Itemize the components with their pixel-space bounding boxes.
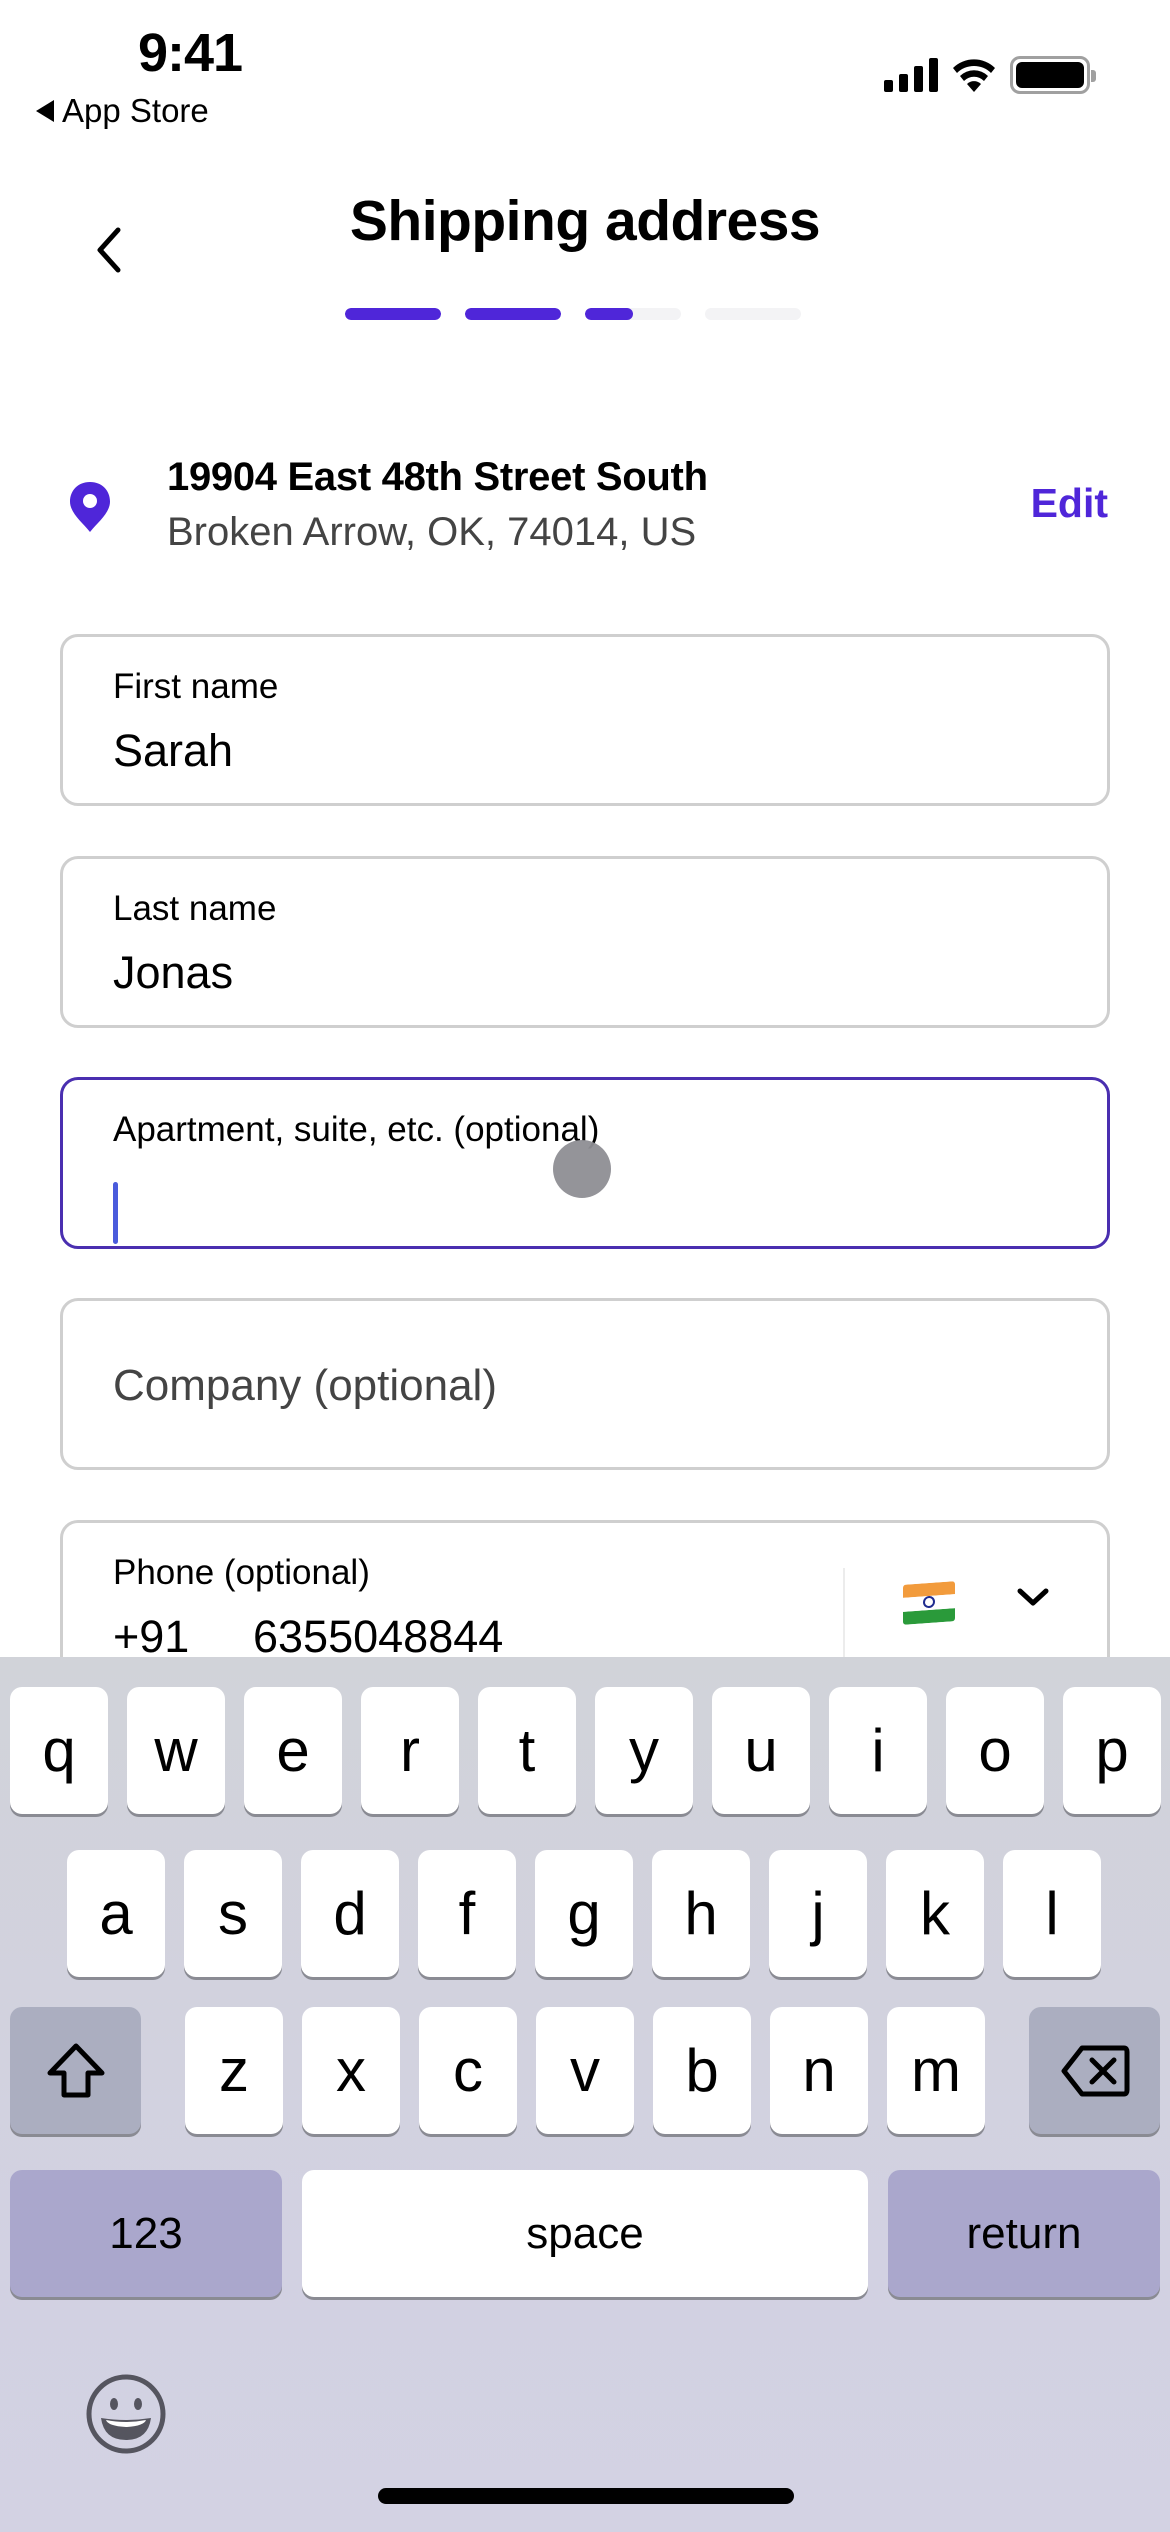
text-caret	[113, 1182, 118, 1244]
delete-key[interactable]	[1029, 2007, 1160, 2134]
key-b[interactable]: b	[653, 2007, 751, 2134]
key-c[interactable]: c	[419, 2007, 517, 2134]
shift-key[interactable]	[10, 2007, 141, 2134]
company-field[interactable]: Company (optional)	[60, 1298, 1110, 1470]
step-fill	[465, 308, 561, 320]
first-name-label: First name	[113, 667, 279, 706]
space-key[interactable]: space	[302, 2170, 868, 2297]
location-pin-icon	[70, 482, 110, 532]
key-v[interactable]: v	[536, 2007, 634, 2134]
key-r[interactable]: r	[361, 1687, 459, 1814]
key-n[interactable]: n	[770, 2007, 868, 2134]
key-e[interactable]: e	[244, 1687, 342, 1814]
wifi-icon	[953, 59, 995, 92]
company-placeholder: Company (optional)	[113, 1361, 497, 1410]
first-name-value: Sarah	[113, 725, 234, 776]
key-a[interactable]: a	[67, 1850, 165, 1977]
key-t[interactable]: t	[478, 1687, 576, 1814]
edit-address-button[interactable]: Edit	[1031, 480, 1108, 527]
back-to-app-store[interactable]: App Store	[36, 92, 209, 130]
key-m[interactable]: m	[887, 2007, 985, 2134]
emoji-icon[interactable]	[84, 2372, 168, 2456]
keyboard: 123 space return qwertyuiop asdfghjkl zxcv…	[0, 1657, 1170, 2532]
numbers-key[interactable]: 123	[10, 2170, 282, 2297]
status-icons	[884, 56, 1096, 94]
phone-number-value: 6355048844	[253, 1611, 504, 1662]
step-segment-1	[345, 308, 441, 320]
key-s[interactable]: s	[184, 1850, 282, 1977]
battery-icon	[1010, 56, 1096, 94]
shift-icon	[47, 2043, 104, 2097]
phone-divider	[843, 1568, 845, 1658]
key-l[interactable]: l	[1003, 1850, 1101, 1977]
back-app-label: App Store	[62, 92, 209, 129]
key-u[interactable]: u	[712, 1687, 810, 1814]
key-q[interactable]: q	[10, 1687, 108, 1814]
phone-country-code: +91	[113, 1611, 190, 1662]
india-flag-icon	[903, 1581, 955, 1625]
touch-indicator	[553, 1140, 611, 1198]
address-line-1: 19904 East 48th Street South	[167, 455, 708, 499]
key-j[interactable]: j	[769, 1850, 867, 1977]
address-line-2: Broken Arrow, OK, 74014, US	[167, 510, 697, 554]
last-name-value: Jonas	[113, 947, 234, 998]
first-name-field[interactable]: First name Sarah	[60, 634, 1110, 806]
last-name-field[interactable]: Last name Jonas	[60, 856, 1110, 1028]
key-p[interactable]: p	[1063, 1687, 1161, 1814]
apartment-label: Apartment, suite, etc. (optional)	[113, 1110, 600, 1149]
phone-label: Phone (optional)	[113, 1553, 370, 1592]
cellular-signal-icon	[884, 58, 938, 92]
step-fill	[345, 308, 441, 320]
step-segment-4	[705, 308, 801, 320]
return-key[interactable]: return	[888, 2170, 1160, 2297]
key-g[interactable]: g	[535, 1850, 633, 1977]
step-fill	[585, 308, 633, 320]
status-time: 9:41	[138, 23, 243, 83]
step-progress	[345, 308, 801, 320]
key-f[interactable]: f	[418, 1850, 516, 1977]
key-o[interactable]: o	[946, 1687, 1044, 1814]
key-k[interactable]: k	[886, 1850, 984, 1977]
key-h[interactable]: h	[652, 1850, 750, 1977]
key-z[interactable]: z	[185, 2007, 283, 2134]
step-segment-3	[585, 308, 681, 320]
delete-icon	[1061, 2045, 1129, 2096]
step-segment-2	[465, 308, 561, 320]
home-indicator[interactable]	[378, 2488, 794, 2504]
chevron-down-icon	[1017, 1588, 1049, 1606]
key-i[interactable]: i	[829, 1687, 927, 1814]
key-x[interactable]: x	[302, 2007, 400, 2134]
key-d[interactable]: d	[301, 1850, 399, 1977]
page-title: Shipping address	[349, 189, 821, 253]
key-w[interactable]: w	[127, 1687, 225, 1814]
key-y[interactable]: y	[595, 1687, 693, 1814]
last-name-label: Last name	[113, 889, 277, 928]
back-triangle-icon	[36, 100, 54, 122]
